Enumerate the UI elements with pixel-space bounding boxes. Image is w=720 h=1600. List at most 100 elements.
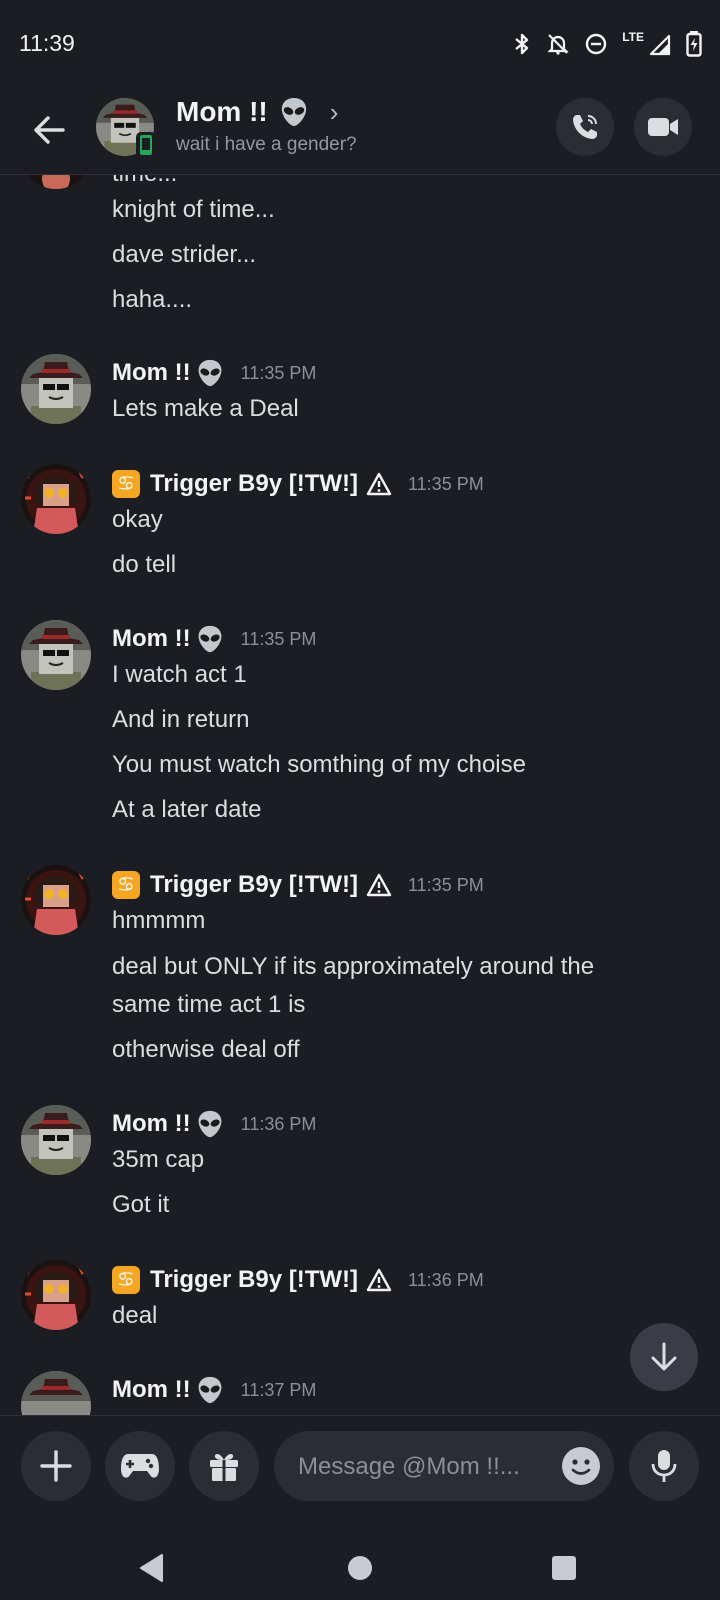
network-type: LTE	[622, 30, 644, 44]
circle-home-icon	[348, 1556, 372, 1580]
author-name[interactable]: Mom !!	[112, 1110, 191, 1138]
nav-home-button[interactable]	[340, 1548, 380, 1588]
message-line: time...	[112, 175, 177, 191]
avatar-trigger[interactable]	[21, 1260, 91, 1330]
cancer-sign-icon: ♋	[112, 871, 140, 899]
message-header: Mom !! 11:35 PM	[112, 355, 316, 391]
author-name[interactable]: Trigger B9y [!TW!]	[150, 1266, 358, 1294]
message-header: ♋ Trigger B9y [!TW!] 11:35 PM	[112, 466, 484, 502]
emoji-icon	[571, 1459, 591, 1475]
message-line: okay	[112, 506, 163, 533]
do-not-disturb-icon	[586, 33, 607, 55]
message-header: ♋ Trigger B9y [!TW!] 11:36 PM	[112, 1262, 484, 1298]
battery-charging-icon	[686, 31, 702, 57]
mobile-status-icon	[136, 132, 156, 158]
timestamp: 11:36 PM	[408, 1269, 484, 1290]
arrow-down-icon	[651, 1342, 677, 1371]
bluetooth-icon	[515, 33, 529, 55]
plus-icon	[40, 1450, 72, 1482]
message-line: Got it	[112, 1191, 170, 1218]
arrow-left-icon	[34, 116, 65, 144]
message-line: dave strider...	[112, 241, 257, 268]
avatar-trigger[interactable]	[21, 865, 91, 935]
timestamp: 11:35 PM	[240, 362, 317, 383]
author-name[interactable]: Trigger B9y [!TW!]	[150, 470, 358, 498]
chevron-right-icon: ›	[329, 96, 339, 127]
avatar-mom[interactable]	[21, 620, 91, 690]
avatar-mom[interactable]	[21, 354, 91, 424]
header-avatar[interactable]	[96, 98, 156, 158]
bell-off-icon	[547, 34, 569, 55]
nav-back-button[interactable]	[132, 1548, 172, 1588]
video-icon	[648, 118, 678, 136]
message-line: hmmmm	[112, 907, 206, 934]
warning-icon	[366, 1268, 392, 1292]
timestamp: 11:36 PM	[240, 1113, 317, 1134]
system-nav-bar	[0, 1530, 720, 1600]
avatar-mom[interactable]	[21, 1105, 91, 1175]
message-line: 35m cap	[112, 1146, 205, 1173]
emoji-button[interactable]	[562, 1447, 600, 1485]
author-name[interactable]: Mom !!	[112, 625, 191, 653]
message-line: same time act 1 is	[112, 991, 306, 1018]
voice-message-button[interactable]	[629, 1431, 699, 1501]
alien-emoji-icon	[198, 625, 222, 653]
message-line: At a later date	[112, 796, 262, 823]
message-input-container	[274, 1431, 614, 1503]
gift-icon	[210, 1453, 238, 1481]
message-header: Mom !! 11:37 PM	[112, 1372, 316, 1408]
avatar-trigger[interactable]	[21, 464, 91, 534]
avatar-mom[interactable]	[21, 1371, 91, 1415]
avatar-trigger	[21, 175, 91, 189]
phone-icon	[573, 115, 597, 139]
message-line: deal	[112, 1302, 158, 1329]
message-line: And in return	[112, 706, 250, 733]
triangle-back-icon	[140, 1554, 163, 1582]
author-name[interactable]: Trigger B9y [!TW!]	[150, 871, 358, 899]
timestamp: 11:35 PM	[408, 473, 484, 494]
message-line: haha....	[112, 286, 193, 313]
message-line: I watch act 1	[112, 661, 247, 688]
message-header: ♋ Trigger B9y [!TW!] 11:35 PM	[112, 867, 484, 903]
voice-call-button[interactable]	[556, 98, 614, 156]
signal-icon	[649, 34, 671, 56]
warning-icon	[366, 472, 392, 496]
message-line: knight of time...	[112, 196, 275, 223]
cancer-sign-icon: ♋	[112, 1266, 140, 1294]
channel-status: wait i have a gender?	[176, 134, 357, 155]
chat-header: Mom !! › wait i have a gender?	[0, 90, 720, 175]
warning-icon	[366, 873, 392, 897]
activities-button[interactable]	[105, 1431, 175, 1501]
message-line: do tell	[112, 551, 177, 578]
message-header: Mom !! 11:35 PM	[112, 621, 316, 657]
video-call-button[interactable]	[634, 98, 692, 156]
gift-button[interactable]	[189, 1431, 259, 1501]
message-composer	[0, 1415, 720, 1531]
mic-icon	[651, 1450, 677, 1482]
message-line: You must watch somthing of my choise	[112, 751, 526, 778]
message-line: otherwise deal off	[112, 1036, 300, 1063]
message-line: Lets make a Deal	[112, 395, 299, 422]
cancer-sign-icon: ♋	[112, 470, 140, 498]
channel-name-text: Mom !!	[176, 96, 268, 127]
author-name[interactable]: Mom !!	[112, 1376, 191, 1404]
status-bar: 11:39 LTE	[0, 0, 720, 90]
message-line: deal but ONLY if its approximately aroun…	[112, 953, 595, 980]
add-attachment-button[interactable]	[21, 1431, 91, 1501]
status-icons: LTE	[512, 30, 702, 58]
square-recents-icon	[552, 1556, 576, 1580]
message-header: Mom !! 11:36 PM	[112, 1106, 316, 1142]
message-input[interactable]	[296, 1431, 540, 1503]
channel-name[interactable]: Mom !! ›	[176, 96, 338, 128]
gamepad-icon	[121, 1454, 159, 1478]
timestamp: 11:37 PM	[240, 1379, 317, 1400]
message-list[interactable]: time... knight of time... dave strider..…	[0, 175, 720, 1415]
status-time: 11:39	[19, 30, 75, 56]
alien-emoji-icon	[198, 1376, 222, 1404]
alien-emoji-icon	[198, 1110, 222, 1138]
author-name[interactable]: Mom !!	[112, 359, 191, 387]
timestamp: 11:35 PM	[240, 628, 317, 649]
nav-recents-button[interactable]	[544, 1548, 584, 1588]
scroll-to-bottom-button[interactable]	[630, 1323, 698, 1391]
back-button[interactable]	[28, 108, 72, 152]
